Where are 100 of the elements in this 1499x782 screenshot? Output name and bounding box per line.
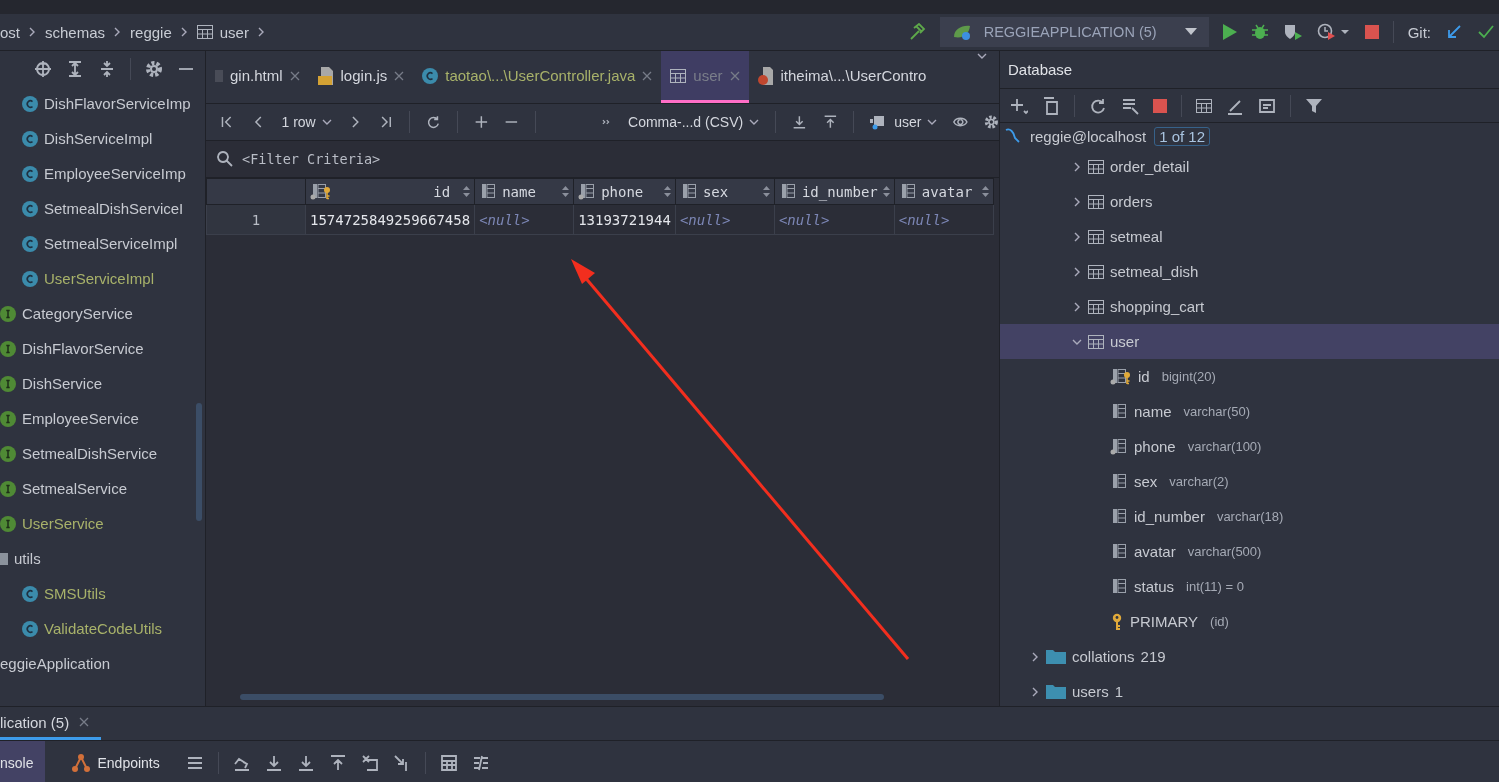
stop-icon[interactable] [1153,98,1167,113]
chevron-icon[interactable] [1072,196,1082,207]
session-dropdown[interactable]: user [870,114,938,130]
collapse-all-icon[interactable] [98,59,116,78]
filter-icon[interactable] [1305,96,1323,115]
chevron-icon[interactable] [1072,161,1082,172]
tool-tab[interactable]: nsole [0,741,46,782]
console-ql-icon[interactable] [1258,96,1276,115]
breadcrumb-item[interactable]: user [219,23,249,41]
tree-item[interactable]: DishFlavorServiceImp [44,95,191,112]
column-item[interactable]: phone [1134,438,1176,455]
tree-item[interactable]: UserServiceImpl [44,270,155,287]
column-item[interactable]: id_number [1134,508,1205,525]
chevron-icon[interactable] [1072,266,1082,277]
connection-item[interactable]: reggie@localhost [1030,127,1147,145]
folder-item[interactable]: collations [1072,648,1135,665]
expand-all-icon[interactable] [66,59,84,78]
page-size-dropdown[interactable]: 1 row [281,114,332,130]
calculator-icon[interactable] [439,754,458,772]
run-icon[interactable] [1222,24,1237,40]
update-arrow-icon[interactable] [1445,23,1463,41]
coverage-shield-icon[interactable] [1282,23,1303,41]
chevron-icon[interactable] [927,117,938,127]
add-row-icon[interactable] [473,113,489,131]
column-item[interactable]: PRIMARY [1130,613,1199,630]
editor-tab[interactable]: gin.html [206,51,309,103]
folder-item[interactable]: users [1072,683,1109,700]
tree-item[interactable]: UserService [22,515,104,532]
tree-item[interactable]: DishService [22,375,103,392]
sort-icon[interactable] [762,186,770,197]
editor-tab[interactable]: itheima\...\UserContro [748,51,936,103]
locate-crosshair-icon[interactable] [34,59,52,78]
close-icon[interactable] [79,717,90,727]
tree-row[interactable]: setmeal [1000,219,1499,254]
tree-item[interactable]: SetmealServiceImpl [44,235,178,252]
chevron-icon[interactable] [1072,231,1082,242]
chevron-icon[interactable] [321,117,332,127]
tree-row[interactable]: user [1000,324,1499,359]
column-item[interactable]: sex [1134,473,1158,490]
profiler-clock-icon[interactable] [1316,23,1351,41]
commit-check-icon[interactable] [1477,23,1495,41]
tab-list-chevron-icon[interactable] [977,51,987,61]
compare-lines-icon[interactable] [471,754,490,772]
download-icon[interactable] [296,754,315,772]
extractor-dropdown[interactable]: Comma-...d (CSV) [628,114,760,130]
tree-item[interactable]: eggieApplication [0,655,111,672]
import-icon[interactable] [822,113,838,131]
tree-row[interactable]: shopping_cart [1000,289,1499,324]
column-header[interactable]: id [305,178,475,205]
menu-icon[interactable] [185,754,204,772]
breadcrumb-item[interactable]: schemas [45,23,106,41]
breadcrumb-item[interactable]: ost [0,23,20,41]
column-item[interactable]: name [1134,403,1172,420]
tree-item[interactable]: EmployeeService [22,410,139,427]
export-icon[interactable] [791,113,807,131]
column-item[interactable]: status [1134,578,1175,595]
tree-item[interactable]: ValidateCodeUtils [44,620,163,637]
tree-item[interactable]: SetmealService [22,480,128,497]
chevron-icon[interactable] [1030,686,1040,697]
sort-icon[interactable] [981,186,989,197]
refresh-icon[interactable] [1089,96,1107,115]
chevron-icon[interactable] [1072,301,1082,312]
tree-item[interactable]: CategoryService [22,305,133,322]
tree-item[interactable]: SetmealDishService [22,445,158,462]
refresh-icon[interactable] [426,113,441,131]
schema-tools-icon[interactable] [1121,96,1139,115]
database-connection-icon[interactable] [1004,127,1022,145]
sort-icon[interactable] [663,186,671,197]
scrollbar[interactable] [240,694,884,700]
column-header[interactable]: id_number [774,178,895,205]
close-icon[interactable] [289,70,300,81]
tree-item[interactable]: DishFlavorService [22,340,144,357]
sort-icon[interactable] [562,186,570,197]
settings-icon[interactable] [145,59,163,78]
tree-item[interactable]: utils [14,550,41,567]
clear-icon[interactable] [360,754,379,772]
settings-icon[interactable] [984,113,999,131]
column-header[interactable]: avatar [894,178,994,205]
column-header[interactable]: phone [573,178,676,205]
chevron-icon[interactable] [1030,651,1040,662]
chevron-icon[interactable] [749,117,760,127]
editor-tab[interactable]: taotao\...\UserController.java [413,51,662,103]
add-icon[interactable] [1010,96,1028,115]
close-icon[interactable] [729,70,740,81]
column-item[interactable]: id [1138,368,1150,385]
column-header[interactable]: sex [675,178,775,205]
tree-row[interactable]: orders [1000,184,1499,219]
search-icon[interactable] [216,150,234,168]
sort-icon[interactable] [882,186,890,197]
tool-tab[interactable]: Endpoints [59,741,172,782]
debug-bug-icon[interactable] [1250,23,1269,41]
run-configuration-dropdown[interactable]: REGGIEAPPLICATION (5) [939,17,1209,47]
chevron-icon[interactable] [27,27,37,37]
tree-row[interactable]: order_detail [1000,149,1499,184]
tree-item[interactable]: SetmealDishServiceI [44,200,184,217]
close-icon[interactable] [642,70,653,81]
scrollbar[interactable] [196,403,202,521]
sort-icon[interactable] [463,186,471,197]
editor-tab[interactable]: login.js [308,51,414,103]
tree-item[interactable]: DishServiceImpl [44,130,153,147]
